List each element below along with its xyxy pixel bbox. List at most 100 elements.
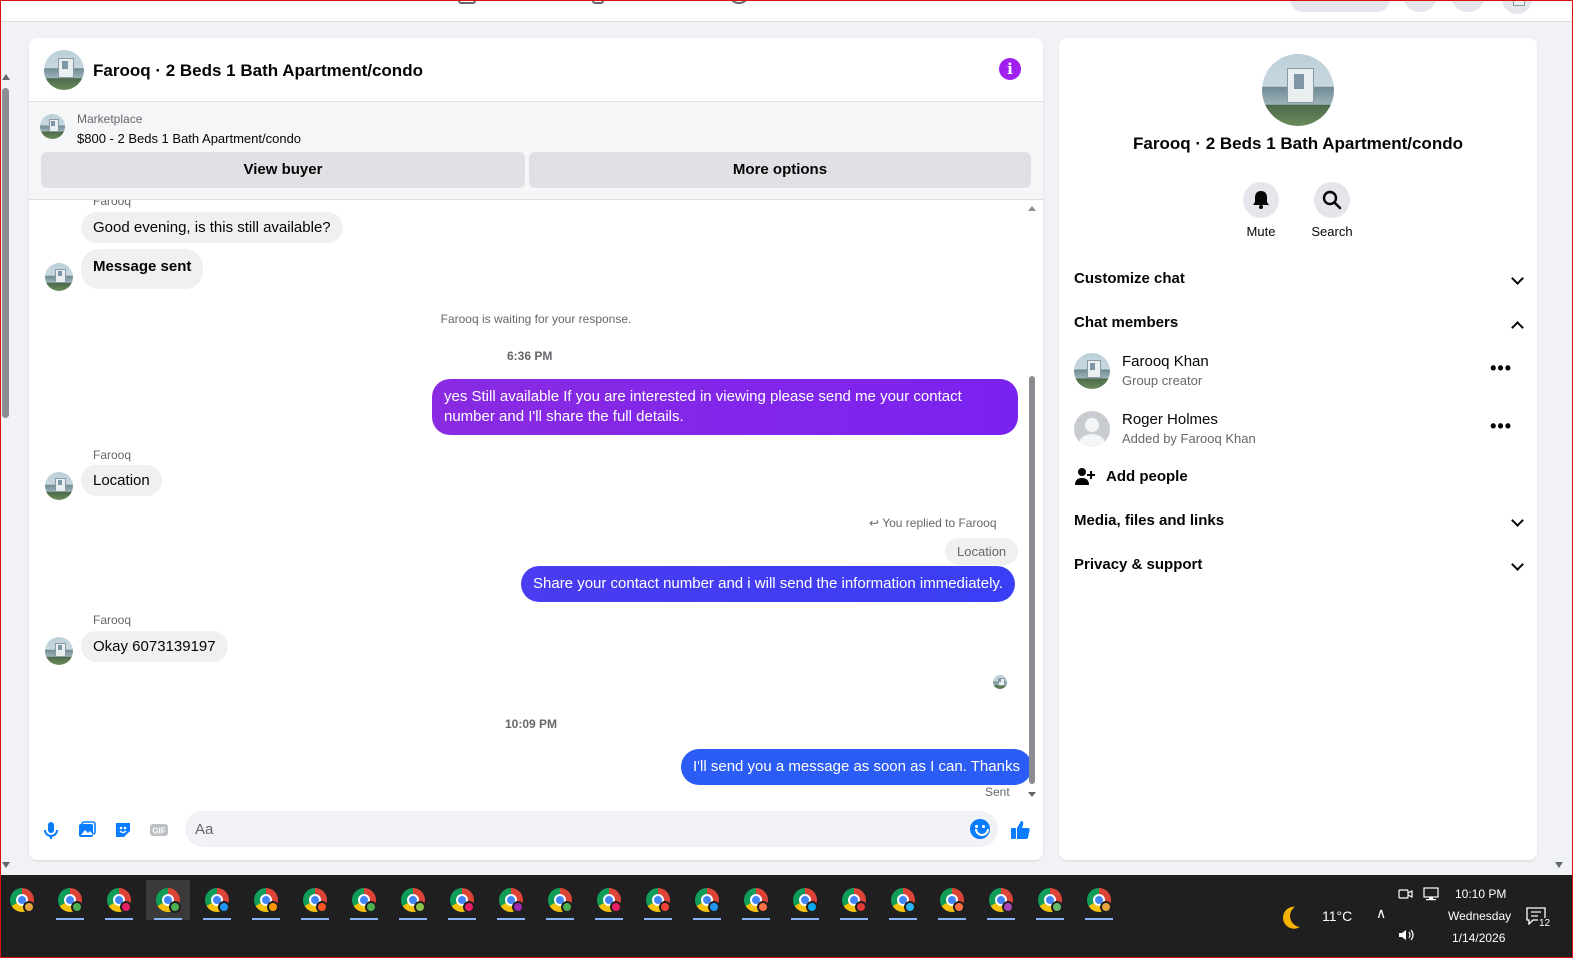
scroll-thumb[interactable]	[2, 88, 9, 418]
account-avatar[interactable]	[1502, 0, 1532, 14]
customize-chat-section[interactable]: Customize chat	[1074, 270, 1524, 294]
scroll-up-arrow[interactable]	[2, 74, 10, 80]
taskbar-chrome-window[interactable]	[293, 880, 337, 920]
taskbar-chrome-window[interactable]	[195, 880, 239, 920]
meet-now-icon[interactable]	[1398, 887, 1414, 901]
sender-avatar[interactable]	[45, 263, 73, 291]
groups-nav-icon[interactable]	[592, 0, 604, 4]
microphone-icon[interactable]	[41, 820, 61, 840]
taskbar-chrome-window[interactable]	[734, 880, 778, 920]
clock-date[interactable]: 1/14/2026	[1452, 931, 1505, 945]
chrome-icon	[401, 888, 426, 913]
volume-icon[interactable]	[1398, 928, 1416, 942]
media-files-section[interactable]: Media, files and links	[1074, 512, 1524, 536]
reply-quote[interactable]: Location	[945, 538, 1019, 565]
search-icon[interactable]	[1314, 182, 1350, 218]
right-scroll-down-arrow[interactable]	[1555, 862, 1563, 868]
taskbar-chrome-window[interactable]	[685, 880, 729, 920]
add-people-row[interactable]: Add people	[1074, 466, 1524, 490]
weather-temp[interactable]: 11°C	[1322, 908, 1352, 924]
outgoing-message[interactable]: Share your contact number and i will sen…	[521, 566, 1015, 602]
info-icon[interactable]: i	[999, 58, 1021, 80]
taskbar-chrome-window[interactable]	[244, 880, 288, 920]
bell-icon[interactable]	[1243, 182, 1279, 218]
taskbar-chrome-window[interactable]	[1077, 880, 1121, 920]
sticker-icon[interactable]	[113, 820, 133, 840]
marketplace-nav-icon[interactable]	[458, 0, 476, 4]
gif-icon[interactable]: GIF	[149, 820, 169, 840]
listing-thumbnail[interactable]	[40, 114, 65, 139]
outgoing-message[interactable]: I'll send you a message as soon as I can…	[681, 749, 1032, 785]
outgoing-message[interactable]: yes Still available If you are intereste…	[432, 379, 1018, 435]
member-row[interactable]: Farooq Khan Group creator •••	[1074, 353, 1524, 393]
conversation-title[interactable]: Farooq · 2 Beds 1 Bath Apartment/condo	[93, 61, 423, 81]
sender-avatar[interactable]	[45, 637, 73, 665]
chat-members-section[interactable]: Chat members	[1074, 314, 1524, 338]
taskbar-chrome-window[interactable]	[489, 880, 533, 920]
windows-taskbar: 11°C ∧ 10:10 PM Wednesday 1/14/2026 12	[0, 875, 1573, 958]
message-bubble[interactable]: Location	[81, 465, 162, 496]
more-options-icon[interactable]: •••	[1490, 417, 1512, 435]
taskbar-chrome-window[interactable]	[48, 880, 92, 920]
listing-title[interactable]: $800 - 2 Beds 1 Bath Apartment/condo	[77, 131, 301, 146]
message-bubble[interactable]: Message sent	[81, 249, 204, 289]
message-bubble[interactable]: Okay 6073139197	[81, 631, 228, 662]
chrome-icon	[989, 888, 1014, 913]
taskbar-chrome-window[interactable]	[440, 880, 484, 920]
scroll-up-arrow[interactable]	[1028, 206, 1036, 211]
message-scrollbar[interactable]	[1028, 206, 1036, 800]
taskbar-chrome-window[interactable]	[538, 880, 582, 920]
conversation-avatar-large[interactable]	[1262, 54, 1334, 126]
conversation-avatar[interactable]	[44, 50, 84, 90]
chat-header: Farooq · 2 Beds 1 Bath Apartment/condo i	[29, 38, 1043, 102]
create-button[interactable]	[1290, 0, 1390, 12]
taskbar-chrome-window[interactable]	[881, 880, 925, 920]
running-indicator	[105, 918, 133, 920]
taskbar-chrome-window[interactable]	[0, 880, 44, 920]
clock-time[interactable]: 10:10 PM	[1455, 887, 1506, 901]
messenger-icon[interactable]	[1452, 0, 1484, 12]
taskbar-chrome-window[interactable]	[832, 880, 876, 920]
more-options-button[interactable]: More options	[529, 152, 1031, 188]
chevron-up-icon[interactable]: ∧	[1376, 905, 1386, 922]
taskbar-chrome-window[interactable]	[783, 880, 827, 920]
taskbar-chrome-window[interactable]	[1028, 880, 1072, 920]
search-action[interactable]: Search	[1302, 182, 1362, 239]
sender-name: Farooq	[93, 448, 132, 462]
taskbar-chrome-window[interactable]	[636, 880, 680, 920]
taskbar-chrome-window[interactable]	[342, 880, 386, 920]
page-scrollbar[interactable]	[0, 70, 12, 870]
running-indicator	[938, 918, 966, 920]
clock-day[interactable]: Wednesday	[1448, 909, 1511, 923]
member-avatar[interactable]	[1074, 411, 1110, 447]
moon-weather-icon[interactable]	[1287, 902, 1315, 930]
message-input[interactable]	[195, 811, 955, 847]
message-bubble[interactable]: Good evening, is this still available?	[81, 212, 343, 243]
taskbar-chrome-window[interactable]	[391, 880, 435, 920]
member-avatar[interactable]	[1074, 353, 1110, 389]
like-icon[interactable]	[1009, 818, 1033, 842]
photo-icon[interactable]	[77, 820, 97, 840]
taskbar-chrome-window[interactable]	[587, 880, 631, 920]
gaming-nav-icon[interactable]	[730, 0, 748, 4]
network-icon[interactable]	[1422, 887, 1440, 901]
emoji-icon[interactable]	[970, 819, 990, 839]
scroll-thumb[interactable]	[1029, 376, 1035, 784]
view-buyer-button[interactable]: View buyer	[41, 152, 525, 188]
taskbar-chrome-window[interactable]	[979, 880, 1023, 920]
member-row[interactable]: Roger Holmes Added by Farooq Khan •••	[1074, 411, 1524, 451]
scroll-down-arrow[interactable]	[1028, 792, 1036, 797]
mute-action[interactable]: Mute	[1231, 182, 1291, 239]
more-options-icon[interactable]: •••	[1490, 359, 1512, 377]
taskbar-chrome-window[interactable]	[930, 880, 974, 920]
menu-icon[interactable]	[1404, 0, 1436, 12]
taskbar-chrome-window[interactable]	[146, 880, 190, 920]
scroll-down-arrow[interactable]	[2, 862, 10, 868]
privacy-support-section[interactable]: Privacy & support	[1074, 556, 1524, 580]
seen-indicator-avatar	[993, 675, 1007, 689]
running-indicator	[791, 918, 819, 920]
sender-avatar[interactable]	[45, 472, 73, 500]
running-indicator	[448, 918, 476, 920]
taskbar-chrome-window[interactable]	[97, 880, 141, 920]
chrome-icon	[793, 888, 818, 913]
